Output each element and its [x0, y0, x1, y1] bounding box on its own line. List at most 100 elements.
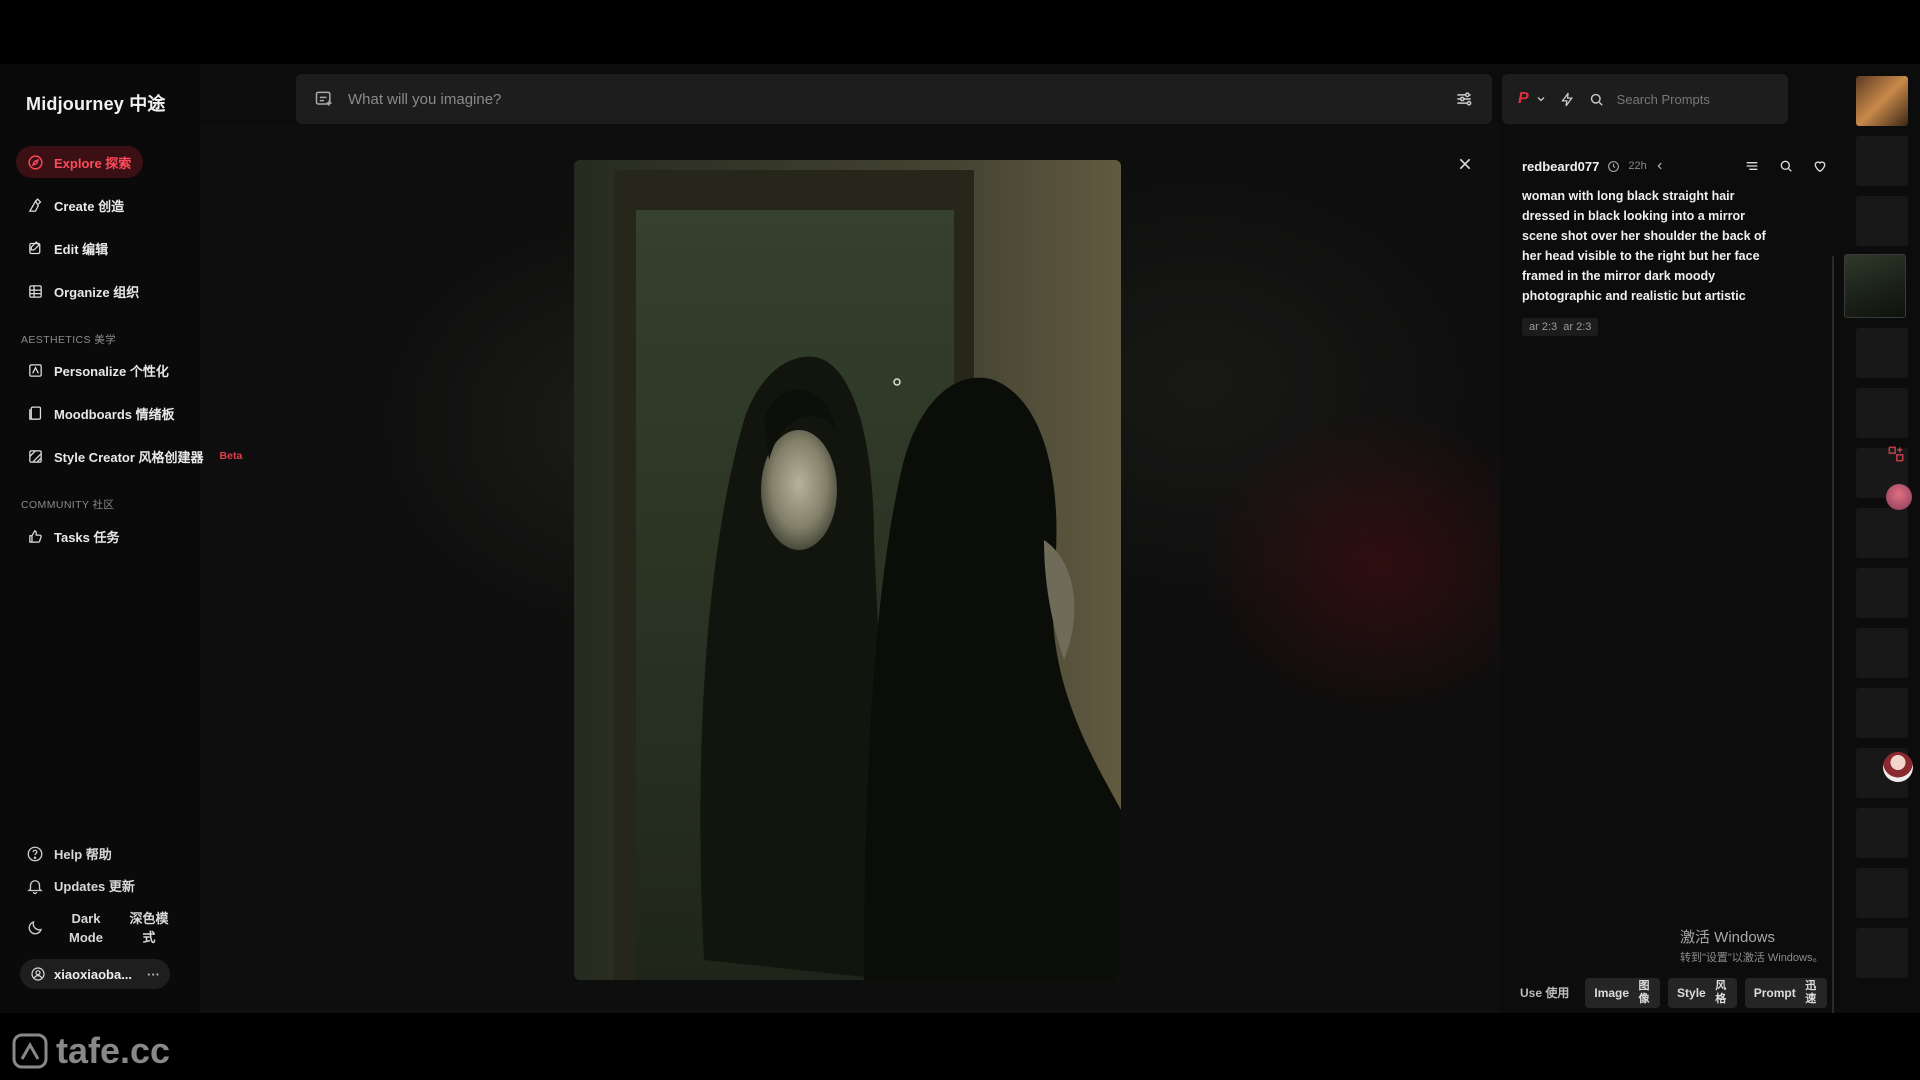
style-creator-icon: [26, 447, 44, 465]
profile-p-logo[interactable]: P: [1518, 90, 1529, 108]
detail-header: redbeard077 22h: [1522, 154, 1832, 178]
chevron-down-icon[interactable]: [1535, 93, 1547, 105]
detail-panel: redbeard077 22h woman with long black st…: [1505, 144, 1835, 1013]
menu-lines-icon[interactable]: [1744, 158, 1760, 174]
lightning-icon[interactable]: [1559, 91, 1576, 108]
organize-icon: [26, 282, 44, 300]
help-icon: [27, 846, 43, 861]
thumbnail[interactable]: [1856, 76, 1908, 126]
thumbnail[interactable]: [1856, 628, 1908, 678]
sidebar-item-moodboards[interactable]: Moodboards 情绪板: [16, 397, 187, 429]
sidebar-item-label: Organize 组织: [54, 284, 140, 300]
windows-watermark-line2: 转到"设置"以激活 Windows。: [1680, 952, 1824, 964]
imagine-input[interactable]: [348, 90, 1440, 108]
thumbnail[interactable]: [1856, 388, 1908, 438]
use-image-cn: 图像: [1638, 980, 1650, 1005]
sidebar-item-organize[interactable]: Organize 组织: [16, 275, 151, 307]
thumbnail-selected[interactable]: [1844, 254, 1906, 318]
windows-watermark-line1: 激活 Windows: [1680, 929, 1776, 946]
brand-logo[interactable]: Midjourney 中途: [26, 90, 166, 116]
aspect-ratio-tag: ar 2:3 ar 2:3: [1522, 318, 1599, 336]
use-style-button[interactable]: Style 风格: [1668, 978, 1737, 1008]
use-label: Use 使用: [1520, 985, 1570, 1000]
close-icon: [1459, 158, 1471, 170]
floating-avatar[interactable]: [1886, 484, 1912, 510]
dark-mode-label-cn: 深色模式: [129, 911, 169, 945]
dark-mode-label-en: Dark Mode: [69, 911, 103, 945]
bell-icon: [27, 879, 43, 894]
generated-image[interactable]: [574, 160, 1121, 980]
thumbnail[interactable]: [1856, 928, 1908, 978]
thumbnail[interactable]: [1856, 136, 1908, 186]
sidebar-item-label: Create 创造: [54, 198, 125, 214]
site-watermark-text: tafe.cc: [56, 1030, 171, 1071]
use-style-cn: 风格: [1715, 980, 1727, 1005]
use-image-button[interactable]: Image 图像: [1585, 978, 1661, 1008]
search-prompts-input[interactable]: [1616, 91, 1772, 107]
sidebar-item-label: Moodboards 情绪板: [54, 406, 175, 422]
sidebar-item-edit[interactable]: Edit 编辑: [16, 232, 120, 264]
grid-add-icon[interactable]: [1886, 444, 1906, 464]
sidebar-item-label: Edit 编辑: [54, 241, 109, 257]
sidebar-item-label: Tasks 任务: [54, 529, 120, 545]
thumbnail[interactable]: [1856, 508, 1908, 558]
thumbnail[interactable]: [1856, 568, 1908, 618]
app-window: Midjourney 中途 Explore 探索 Create 创造 Edit …: [0, 64, 1920, 1013]
settings-sliders-icon[interactable]: [1454, 89, 1474, 109]
sidebar-item-explore[interactable]: Explore 探索: [16, 146, 144, 178]
imagine-bar: [296, 74, 1492, 124]
windows-activation-watermark: 激活 Windows 转到"设置"以激活 Windows。: [1680, 926, 1824, 965]
panel-scrollbar[interactable]: [1832, 256, 1834, 1013]
bottom-letterbox: [0, 1013, 1920, 1080]
more-options-icon[interactable]: ···: [147, 967, 160, 982]
help-label: Help 帮助: [54, 847, 112, 862]
edit-icon: [26, 239, 44, 257]
help-link[interactable]: Help 帮助: [26, 844, 112, 863]
post-time: 22h: [1628, 160, 1647, 172]
parameter-tags: ar 2:3 ar 2:3: [1522, 318, 1599, 336]
moodboards-icon: [26, 404, 44, 422]
top-letterbox: [0, 0, 1920, 64]
thumbnail[interactable]: [1856, 328, 1908, 378]
user-icon: [31, 967, 45, 981]
updates-label: Updates 更新: [54, 879, 135, 894]
moon-icon: [28, 920, 43, 935]
author-name[interactable]: redbeard077: [1522, 159, 1599, 174]
use-prompt-en: Prompt: [1753, 986, 1796, 1000]
thumbnail[interactable]: [1856, 868, 1908, 918]
clock-icon: [1608, 160, 1620, 172]
header-actions: [1744, 154, 1828, 178]
thumbnail[interactable]: [1856, 808, 1908, 858]
sidebar-item-style-creator[interactable]: Style Creator 风格创建器 Beta: [16, 440, 254, 472]
thumbnail[interactable]: [1856, 196, 1908, 246]
use-prompt-button[interactable]: Prompt 迅速: [1744, 978, 1827, 1008]
dark-mode-toggle[interactable]: Dark Mode 深色模式: [26, 908, 176, 948]
heart-icon[interactable]: [1812, 158, 1828, 174]
search-prompts-bar: P: [1502, 74, 1788, 124]
create-icon: [26, 196, 44, 214]
thumbs-up-icon: [26, 527, 44, 545]
use-prompt-cn: 迅速: [1805, 980, 1817, 1005]
use-actions: Use 使用 Image 图像 Style 风格 Prompt 迅速: [1520, 978, 1827, 1008]
sidebar-item-label: Style Creator 风格创建器: [54, 449, 204, 465]
prompt-text[interactable]: woman with long black straight hair dres…: [1522, 186, 1782, 306]
section-label-aesthetics: AESTHETICS 美学: [21, 334, 117, 346]
explore-icon: [26, 153, 44, 171]
thumbnail-strip: [1844, 64, 1920, 1013]
sidebar-item-tasks[interactable]: Tasks 任务: [16, 520, 132, 552]
updates-link[interactable]: Updates 更新: [26, 876, 135, 895]
thumbnail[interactable]: [1856, 688, 1908, 738]
sidebar-item-label: Explore 探索: [54, 155, 132, 171]
chevron-left-icon[interactable]: [1655, 161, 1665, 171]
sidebar-item-create[interactable]: Create 创造: [16, 189, 136, 221]
sidebar: Midjourney 中途 Explore 探索 Create 创造 Edit …: [0, 64, 242, 1013]
image-prompt-icon[interactable]: [314, 89, 334, 109]
site-watermark: tafe.cc: [10, 1030, 170, 1072]
username: xiaoxiaoba...: [54, 966, 133, 982]
use-style-en: Style: [1677, 986, 1706, 1000]
close-button[interactable]: [1453, 152, 1477, 176]
sidebar-item-personalize[interactable]: Personalize 个性化: [16, 354, 181, 386]
user-menu[interactable]: xiaoxiaoba... ···: [20, 959, 170, 989]
support-avatar[interactable]: [1883, 752, 1913, 782]
search-icon[interactable]: [1778, 158, 1794, 174]
